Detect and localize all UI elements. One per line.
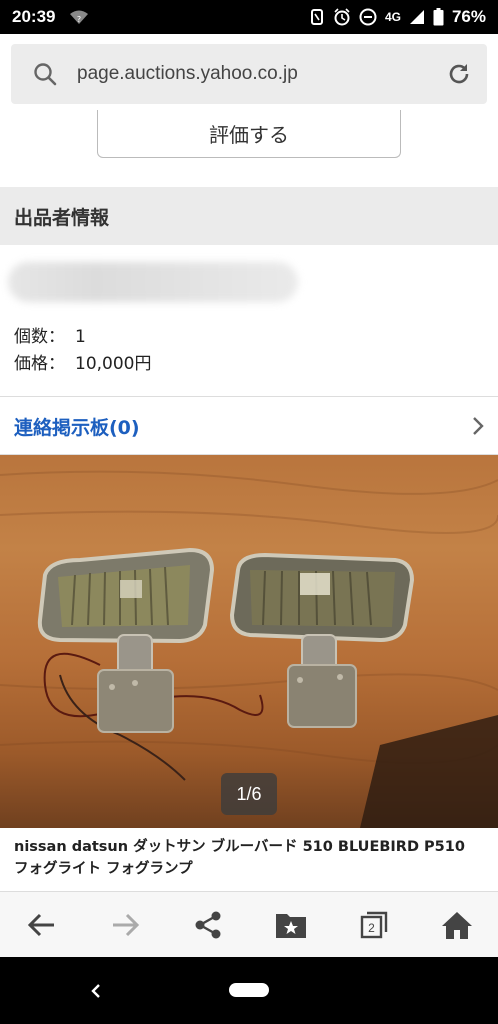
network-type: 4G (384, 10, 401, 24)
url-text[interactable]: page.auctions.yahoo.co.jp (77, 63, 298, 85)
arrow-left-icon (27, 913, 54, 936)
tabs-count: 2 (368, 921, 375, 935)
reload-icon[interactable] (445, 60, 473, 88)
divider (0, 396, 498, 397)
system-nav-bar (0, 957, 498, 1024)
price-row: 価格： 10,000円 (14, 349, 151, 374)
status-icons: 4G 76% (309, 7, 486, 27)
contact-board-link[interactable]: 連絡掲示板(0) (0, 398, 498, 454)
bookmarks-button[interactable] (271, 905, 311, 945)
nav-back-icon[interactable] (86, 979, 106, 1003)
quantity-value: 1 (75, 327, 86, 347)
image-counter: 1/6 (221, 773, 277, 815)
home-button[interactable] (437, 905, 477, 945)
battery-percent: 76% (451, 7, 486, 26)
forward-button[interactable] (105, 905, 145, 945)
wifi-question-icon: ? (70, 10, 89, 24)
browser-url-area: page.auctions.yahoo.co.jp (0, 34, 498, 114)
nfc-icon (310, 9, 323, 25)
alarm-icon (334, 8, 350, 26)
browser-toolbar: 2 (0, 891, 498, 957)
rate-button[interactable]: 評価する (97, 110, 401, 158)
share-icon (195, 911, 220, 938)
home-icon (441, 911, 472, 939)
signal-icon (409, 10, 424, 24)
svg-text:?: ? (77, 15, 81, 24)
item-title: nissan datsun ダットサン ブルーバード 510 BLUEBIRD … (14, 839, 465, 877)
battery-icon (433, 8, 444, 26)
url-bar[interactable]: page.auctions.yahoo.co.jp (11, 44, 487, 104)
back-button[interactable] (22, 905, 62, 945)
price-value: 10,000円 (75, 354, 152, 374)
status-time: 20:39 (12, 7, 56, 26)
seller-name-blurred (8, 262, 298, 302)
share-button[interactable] (188, 905, 228, 945)
quantity-row: 個数： 1 (14, 322, 86, 347)
tabs-button[interactable]: 2 (354, 905, 394, 945)
dnd-icon (359, 8, 377, 26)
tabs-icon: 2 (360, 911, 387, 938)
seller-info-header: 出品者情報 (0, 187, 498, 245)
nav-home-pill[interactable] (229, 983, 269, 997)
bookmark-folder-icon (275, 913, 306, 938)
rating-area: 評価する (0, 110, 498, 188)
price-label: 価格： (14, 354, 65, 374)
search-icon (34, 63, 57, 86)
chevron-right-icon (473, 417, 484, 435)
status-bar: 20:39 ? 4G 76% (0, 0, 498, 34)
contact-board-label[interactable]: 連絡掲示板(0) (14, 413, 140, 440)
quantity-label: 個数： (14, 327, 65, 347)
arrow-right-icon (112, 913, 139, 936)
